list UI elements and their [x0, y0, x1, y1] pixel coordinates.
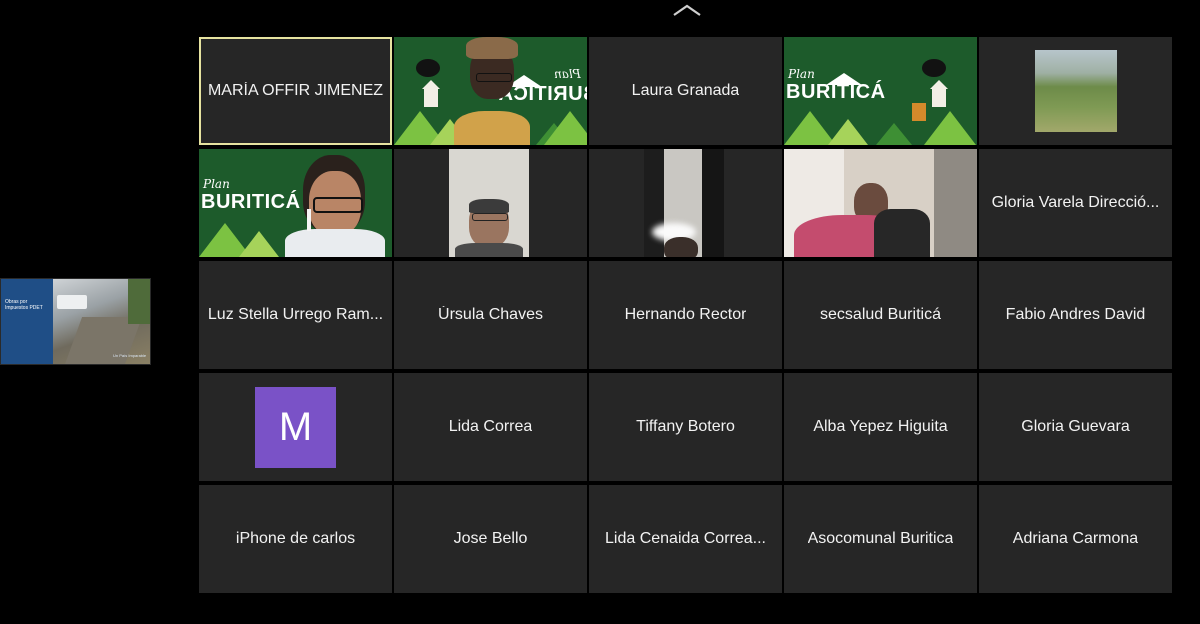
slide-title: Obras por Impuestos PDET — [5, 299, 43, 311]
participant-name: iPhone de carlos — [235, 530, 356, 547]
participant-name: Tiffany Botero — [636, 418, 735, 435]
participant-tile[interactable]: Alba Yepez Higuita — [784, 373, 977, 481]
participant-name: Luz Stella Urrego Ram... — [207, 306, 384, 323]
participant-name: Lida Correa — [448, 418, 533, 435]
shared-screen-thumbnail[interactable]: Obras por Impuestos PDET Un País Imparab… — [0, 278, 151, 365]
participant-tile[interactable]: Gloria Guevara — [979, 373, 1172, 481]
participant-name: Gloria Guevara — [1021, 418, 1130, 435]
participant-tile[interactable]: iPhone de carlos — [199, 485, 392, 593]
brand-plan: Plan — [788, 67, 815, 81]
participant-video-tile[interactable] — [394, 149, 587, 257]
participant-tile[interactable]: Lida Correa — [394, 373, 587, 481]
participant-video-tile[interactable]: Plan BURITICÁ — [784, 37, 977, 145]
participant-tile[interactable]: Lida Cenaida Correa... — [589, 485, 782, 593]
participant-name: Lida Cenaida Correa... — [605, 530, 766, 547]
participant-tile[interactable]: Tiffany Botero — [589, 373, 782, 481]
participant-tile[interactable]: Gloria Varela Direcció... — [979, 149, 1172, 257]
participant-video-tile[interactable]: Plan BURITICÁ — [199, 149, 392, 257]
participant-tile[interactable]: M — [199, 373, 392, 481]
slide-footer: Un País Imparable — [113, 353, 147, 358]
participant-tile[interactable]: Luz Stella Urrego Ram... — [199, 261, 392, 369]
participant-video — [644, 149, 724, 257]
participant-tile-active-speaker[interactable]: MARÍA OFFIR JIMENEZ — [199, 37, 392, 145]
participant-name: secsalud Buriticá — [820, 306, 941, 323]
participant-video-tile[interactable] — [784, 149, 977, 257]
brand-plan: Plan — [203, 177, 230, 191]
participant-tile[interactable]: Asocomunal Buritica — [784, 485, 977, 593]
participant-avatar: M — [255, 386, 336, 468]
participant-video — [784, 149, 977, 257]
participant-name: Hernando Rector — [624, 306, 747, 323]
participant-name: Úrsula Chaves — [438, 306, 543, 323]
participant-video — [285, 149, 392, 257]
plan-buritica-background: Plan BURITICÁ — [784, 37, 977, 145]
collapse-gallery-button[interactable] — [670, 2, 704, 18]
participant-tile[interactable]: secsalud Buriticá — [784, 261, 977, 369]
participant-tile[interactable]: Úrsula Chaves — [394, 261, 587, 369]
participant-tile[interactable]: Adriana Carmona — [979, 485, 1172, 593]
participant-gallery: MARÍA OFFIR JIMENEZ BURITICÁ Plan Laura … — [199, 37, 1172, 593]
slide-sidebar — [1, 279, 53, 364]
participant-name: Gloria Varela Direcció... — [991, 194, 1160, 211]
participant-name: MARÍA OFFIR JIMENEZ — [207, 82, 384, 99]
slide-photo — [53, 279, 150, 364]
profile-picture-landscape — [1034, 50, 1117, 132]
participant-name: Fabio Andres David — [1005, 306, 1146, 323]
participant-name: Jose Bello — [453, 530, 528, 547]
participant-tile[interactable] — [979, 37, 1172, 145]
participant-name: Asocomunal Buritica — [807, 530, 954, 547]
participant-name: Laura Granada — [631, 82, 740, 99]
participant-video — [449, 149, 529, 257]
brand-plan: Plan — [554, 67, 581, 81]
participant-tile[interactable]: Jose Bello — [394, 485, 587, 593]
participant-tile[interactable]: Laura Granada — [589, 37, 782, 145]
participant-video — [452, 37, 532, 145]
participant-video-tile[interactable] — [589, 149, 782, 257]
participant-tile[interactable]: Fabio Andres David — [979, 261, 1172, 369]
participant-video-tile[interactable]: BURITICÁ Plan — [394, 37, 587, 145]
participant-name: Adriana Carmona — [1012, 530, 1139, 547]
chevron-up-icon — [673, 4, 701, 16]
participant-name: Alba Yepez Higuita — [813, 418, 948, 435]
participant-tile[interactable]: Hernando Rector — [589, 261, 782, 369]
